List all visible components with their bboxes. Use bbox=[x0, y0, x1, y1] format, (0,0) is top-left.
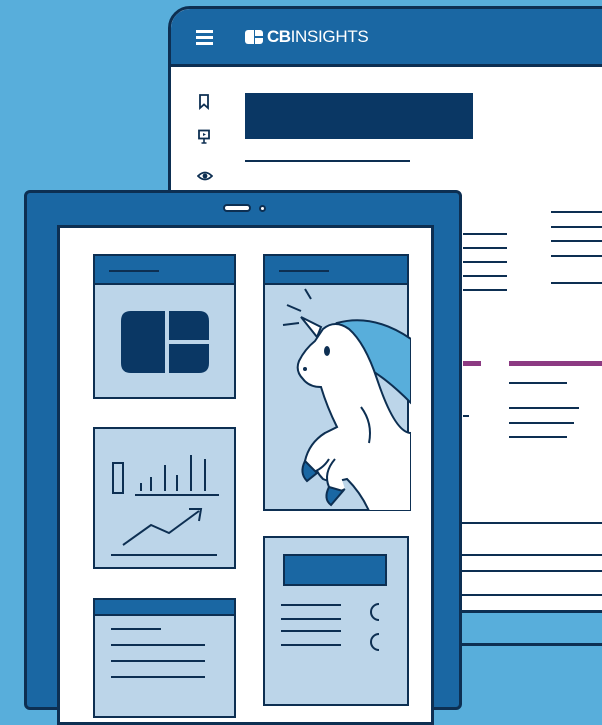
text-card[interactable] bbox=[93, 598, 236, 718]
text-line bbox=[111, 676, 205, 678]
app-header: CB INSIGHTS bbox=[171, 9, 602, 67]
bookmark-icon[interactable] bbox=[197, 94, 211, 110]
text-line bbox=[551, 255, 602, 257]
card-header bbox=[265, 256, 407, 285]
text-line bbox=[281, 604, 341, 606]
text-line bbox=[509, 422, 574, 424]
tablet-device bbox=[24, 190, 462, 725]
tablet-screen bbox=[57, 225, 434, 725]
text-line bbox=[509, 436, 567, 438]
text-line bbox=[111, 628, 161, 630]
hamburger-menu-icon[interactable] bbox=[196, 30, 213, 45]
report-subtitle-line bbox=[245, 160, 410, 162]
text-line bbox=[111, 660, 205, 662]
text-line bbox=[281, 644, 341, 646]
text-line bbox=[509, 382, 567, 384]
loading-ring-icon bbox=[363, 600, 383, 656]
text-line bbox=[551, 282, 602, 284]
text-line bbox=[111, 644, 205, 646]
text-line bbox=[551, 226, 602, 228]
trend-arrow-icon bbox=[95, 499, 238, 571]
logo-card[interactable] bbox=[93, 254, 236, 399]
card-header bbox=[95, 600, 234, 616]
text-line bbox=[551, 211, 602, 213]
cb-logo-icon bbox=[245, 30, 263, 44]
text-line bbox=[551, 240, 602, 242]
brand-name-light: INSIGHTS bbox=[290, 27, 369, 46]
brand-logo[interactable]: CB INSIGHTS bbox=[245, 27, 369, 47]
brand-name-bold: CB bbox=[267, 27, 291, 46]
chart-card[interactable] bbox=[93, 427, 236, 569]
text-line bbox=[463, 275, 507, 277]
tablet-speaker bbox=[223, 204, 251, 212]
text-line bbox=[463, 289, 507, 291]
report-title-block bbox=[245, 93, 473, 139]
accent-bar bbox=[509, 361, 602, 366]
presentation-icon[interactable] bbox=[197, 129, 211, 144]
text-line bbox=[281, 618, 341, 620]
eye-icon[interactable] bbox=[197, 169, 213, 183]
text-line bbox=[463, 233, 507, 235]
accent-bar bbox=[463, 361, 481, 366]
tablet-camera bbox=[259, 205, 266, 212]
text-line bbox=[281, 630, 341, 632]
cb-logo-icon bbox=[121, 311, 209, 373]
text-line bbox=[463, 247, 507, 249]
text-line bbox=[463, 415, 469, 417]
card-header bbox=[95, 256, 234, 285]
text-line bbox=[463, 261, 507, 263]
text-line bbox=[509, 407, 579, 409]
unicorn-card[interactable] bbox=[263, 254, 411, 511]
unicorn-icon bbox=[265, 283, 411, 511]
form-card[interactable] bbox=[263, 536, 409, 706]
form-header-block bbox=[283, 554, 387, 586]
